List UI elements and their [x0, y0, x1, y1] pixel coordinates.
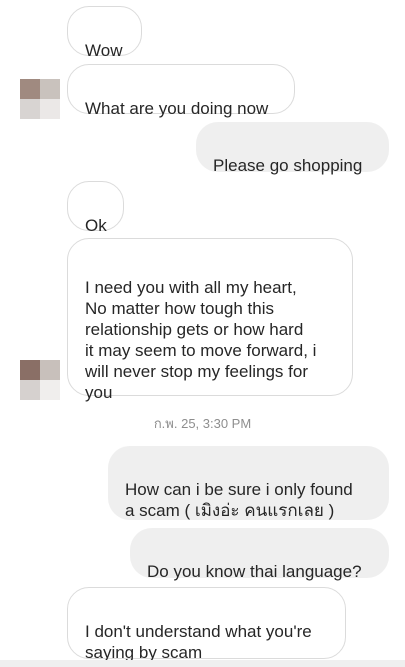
message-thread: Wow What are you doing now Please go sho…: [0, 0, 405, 667]
message-text: Do you know thai language?: [147, 562, 362, 581]
message-bubble-outgoing[interactable]: Please go shopping: [196, 122, 389, 175]
message-bubble-outgoing[interactable]: Do you know thai language?: [130, 528, 389, 581]
message-bubble-outgoing[interactable]: How can i be sure i only found a scam ( …: [108, 446, 389, 520]
message-text: Wow: [85, 41, 123, 60]
message-bubble-incoming[interactable]: I don't understand what you're saying by…: [67, 587, 346, 662]
message-text: I don't understand what you're saying by…: [85, 622, 312, 662]
message-text: I need you with all my heart, No matter …: [85, 278, 317, 402]
message-text: Please go shopping: [213, 156, 363, 175]
message-text: How can i be sure i only found a scam ( …: [125, 480, 353, 520]
sender-avatar[interactable]: [20, 79, 60, 119]
message-timestamp: ก.พ. 25, 3:30 PM: [153, 416, 252, 431]
composer-edge: [0, 660, 405, 667]
message-text: Ok: [85, 216, 107, 235]
sender-avatar[interactable]: [20, 360, 60, 400]
message-text: What are you doing now: [85, 99, 269, 118]
message-bubble-incoming[interactable]: Wow: [67, 6, 142, 60]
message-bubble-incoming[interactable]: What are you doing now: [67, 64, 295, 118]
message-bubble-incoming[interactable]: Ok: [67, 181, 124, 235]
message-bubble-incoming[interactable]: I need you with all my heart, No matter …: [67, 238, 353, 402]
